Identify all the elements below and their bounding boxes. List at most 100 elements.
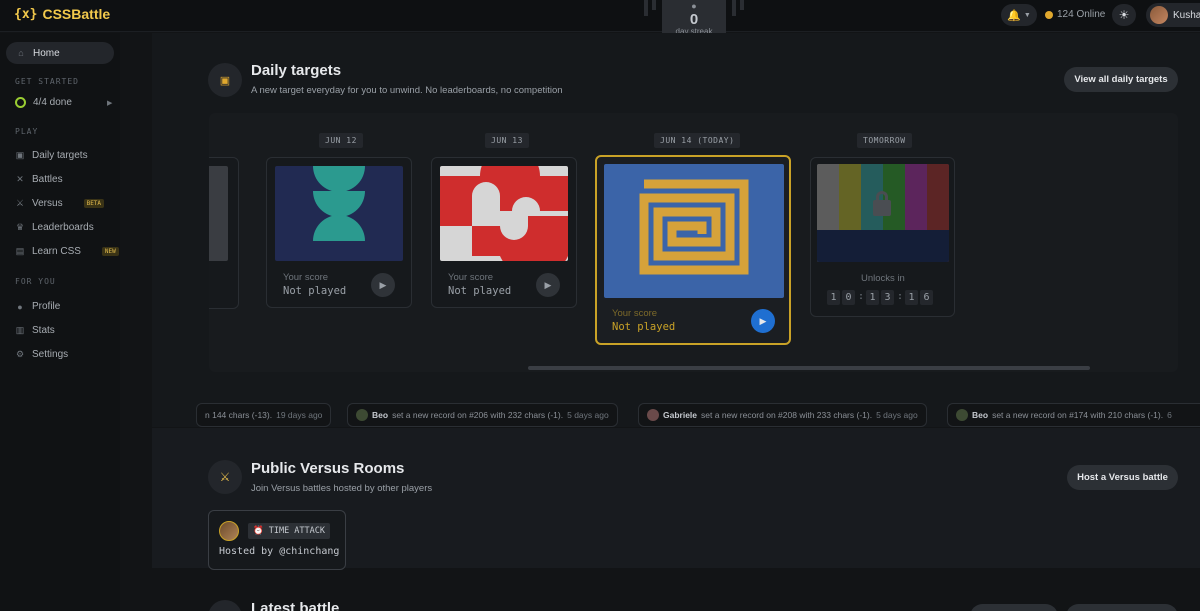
progress-ring-icon xyxy=(15,97,26,108)
activity-item[interactable]: Beo set a new record on #206 with 232 ch… xyxy=(347,403,618,427)
activity-time: 5 days ago xyxy=(567,410,609,420)
date-tag: TOMORROW xyxy=(857,133,912,148)
target-card-jun-13[interactable]: Your score Not played ▶ xyxy=(431,157,577,308)
sidebar: ⌂ Home GET STARTED 4/4 done ▶ PLAY ▣ Dai… xyxy=(0,33,120,611)
versus-subtitle: Join Versus battles hosted by other play… xyxy=(251,483,433,494)
user-menu[interactable]: Kusha xyxy=(1146,3,1200,27)
play-icon: ▶ xyxy=(759,315,767,326)
sidebar-item-settings[interactable]: ⚙ Settings xyxy=(15,349,68,360)
score-value: Not played xyxy=(283,285,347,297)
sidebar-item-learn-css[interactable]: ▤ Learn CSS NEW xyxy=(15,246,119,257)
logo-mark: {x} xyxy=(14,6,38,22)
activity-item[interactable]: Gabriele set a new record on #208 with 2… xyxy=(638,403,927,427)
activity-time: 5 days ago xyxy=(876,410,918,420)
play-icon: ▶ xyxy=(379,279,387,290)
sidebar-item-home[interactable]: ⌂ Home xyxy=(6,42,114,64)
time-attack-badge: ⏰ TIME ATTACK xyxy=(248,523,331,539)
target-card-jun-12[interactable]: Your score Not played ▶ xyxy=(266,157,412,308)
unlocks-label: Unlocks in xyxy=(861,273,905,284)
target-card-partial[interactable] xyxy=(209,157,239,309)
countdown-digit: 0 xyxy=(842,290,855,305)
streak-decoration xyxy=(740,0,744,10)
activity-text: set a new record on #174 with 210 chars … xyxy=(992,410,1164,420)
online-count: 124 Online xyxy=(1045,9,1105,20)
activity-time: 19 days ago xyxy=(276,410,323,420)
chevron-right-icon: ▶ xyxy=(106,99,113,107)
activity-text: set a new record on #208 with 233 chars … xyxy=(701,410,873,420)
streak-count: 0 xyxy=(689,11,699,28)
alarm-icon: ⏰ xyxy=(253,526,264,536)
calendar-icon: ▣ xyxy=(208,63,242,97)
sidebar-heading-get-started: GET STARTED xyxy=(15,77,79,86)
latest-battle-button[interactable] xyxy=(970,604,1058,611)
app-name: CSSBattle xyxy=(42,6,111,22)
activity-user: Gabriele xyxy=(663,410,698,420)
play-button[interactable]: ▶ xyxy=(751,309,775,333)
user-icon: ● xyxy=(17,301,23,312)
avatar xyxy=(956,409,968,421)
new-badge: NEW xyxy=(101,247,119,256)
calendar-icon: ▣ xyxy=(15,150,25,160)
sidebar-heading-play: PLAY xyxy=(15,127,39,136)
daily-targets-title: Daily targets xyxy=(251,62,342,79)
swords-icon: ✕ xyxy=(16,174,24,184)
online-text: 124 Online xyxy=(1057,9,1106,20)
avatar xyxy=(356,409,368,421)
online-dot-icon xyxy=(1045,10,1053,19)
streak-decoration xyxy=(732,0,736,16)
avatar xyxy=(219,521,239,541)
play-button[interactable]: ▶ xyxy=(536,273,560,297)
activity-user: Beo xyxy=(972,410,989,420)
daily-targets-subtitle: A new target everyday for you to unwind.… xyxy=(251,85,563,96)
theme-toggle-button[interactable]: ☀ xyxy=(1112,4,1136,26)
date-tag: JUN 12 xyxy=(319,133,363,148)
sidebar-item-label: Profile xyxy=(32,301,61,312)
streak-decoration xyxy=(644,0,648,16)
activity-item[interactable]: n 144 chars (-13). 19 days ago xyxy=(196,403,332,427)
sidebar-item-label: Battles xyxy=(32,174,63,185)
avatar xyxy=(1150,6,1168,24)
score-value: Not played xyxy=(612,321,676,333)
streak-decoration xyxy=(652,0,656,10)
sidebar-item-progress[interactable]: 4/4 done ▶ xyxy=(15,97,112,108)
activity-time: 6 xyxy=(1167,410,1172,420)
notifications-button[interactable]: 🔔 ▼ xyxy=(1001,4,1037,26)
latest-battle-title: Latest battle xyxy=(251,600,340,611)
sidebar-item-battles[interactable]: ✕ Battles xyxy=(15,174,63,185)
score-label: Your score xyxy=(283,272,329,283)
target-thumbnail xyxy=(209,166,228,261)
countdown-digit: 3 xyxy=(881,290,894,305)
sidebar-item-label: Home xyxy=(33,47,60,59)
trophy-icon: ♛ xyxy=(15,222,25,232)
host-versus-battle-button[interactable]: Host a Versus battle xyxy=(1067,465,1178,490)
target-thumbnail xyxy=(275,166,403,261)
chevron-down-icon: ▼ xyxy=(1023,11,1031,19)
target-card-tomorrow[interactable]: Unlocks in 1 0 : 1 3 : 1 6 xyxy=(810,157,955,317)
beta-badge: BETA xyxy=(83,199,105,208)
play-button[interactable]: ▶ xyxy=(371,273,395,297)
date-tag: JUN 13 xyxy=(485,133,529,148)
activity-user: Beo xyxy=(372,410,389,420)
target-card-today[interactable]: Your score Not played ▶ xyxy=(595,155,791,345)
score-label: Your score xyxy=(612,308,658,319)
chart-icon: ▥ xyxy=(15,325,25,335)
sidebar-item-daily-targets[interactable]: ▣ Daily targets xyxy=(15,150,88,161)
view-all-daily-targets-button[interactable]: View all daily targets xyxy=(1064,67,1178,92)
activity-item[interactable]: Beo set a new record on #174 with 210 ch… xyxy=(947,403,1200,427)
gear-icon: ⚙ xyxy=(15,349,25,359)
sidebar-item-leaderboards[interactable]: ♛ Leaderboards xyxy=(15,222,94,233)
activity-text: set a new record on #206 with 232 chars … xyxy=(392,410,564,420)
countdown-digit: 1 xyxy=(866,290,879,305)
carousel-scrollbar[interactable] xyxy=(528,366,1090,370)
sidebar-item-profile[interactable]: ● Profile xyxy=(15,301,60,312)
target-thumbnail xyxy=(604,164,784,298)
daily-targets-carousel[interactable]: JUN 12 Your score Not played ▶ JUN 13 Yo… xyxy=(209,113,1178,372)
room-host: Hosted by @chinchang xyxy=(219,546,340,557)
play-icon: ▶ xyxy=(544,279,552,290)
activity-text: n 144 chars (-13). xyxy=(205,410,273,420)
sidebar-item-label: Learn CSS xyxy=(32,246,81,257)
sidebar-item-stats[interactable]: ▥ Stats xyxy=(15,325,55,336)
latest-battle-button[interactable] xyxy=(1066,604,1178,611)
logo[interactable]: {x} CSSBattle xyxy=(14,6,110,22)
sidebar-item-versus[interactable]: ⚔ Versus BETA xyxy=(15,198,105,209)
